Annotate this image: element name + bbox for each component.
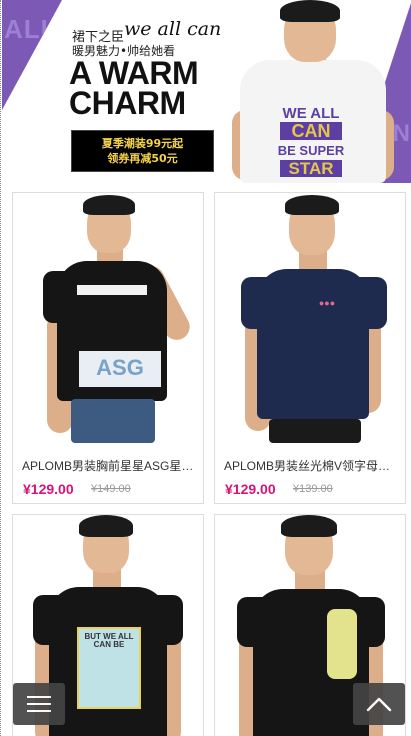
shirt-graphic-print: ASG xyxy=(79,351,161,387)
hamburger-menu-icon-bar xyxy=(27,710,51,712)
banner-headline-line1: A WARM xyxy=(69,55,199,91)
promo-banner[interactable]: ALL CAN 裙下之臣 we all can 暖男魅力•帅给她看 A WARM… xyxy=(2,0,411,183)
model-trousers xyxy=(269,419,361,443)
back-to-top-button[interactable] xyxy=(353,683,405,725)
banner-promo-box: 夏季潮装99元起 领券再减50元 xyxy=(71,130,214,172)
chevron-up-icon xyxy=(366,697,392,712)
product-card[interactable]: ASG APLOMB男装胸前星星ASG星星印花短袖T恤 ¥129.00 ¥149… xyxy=(12,192,204,504)
shirt-print-line4: STAR xyxy=(280,160,342,177)
hamburger-menu-icon-bar xyxy=(27,703,51,705)
menu-button[interactable] xyxy=(13,683,65,725)
banner-side-text-left: ALL xyxy=(4,14,58,44)
shirt-print-line2: CAN xyxy=(280,122,342,140)
product-title[interactable]: APLOMB男装胸前星星ASG星星印花短袖T恤 xyxy=(22,457,196,474)
model-hair xyxy=(83,195,135,215)
product-shirt xyxy=(257,269,369,419)
banner-slogan-en: we all can xyxy=(124,18,222,40)
product-card[interactable]: ●●● APLOMB男装丝光棉V领字母印花短袖T恤 ¥129.00 ¥139.0… xyxy=(214,192,406,504)
product-image[interactable]: ●●● xyxy=(215,193,405,443)
banner-accent-left: ALL xyxy=(2,0,62,110)
banner-model-image: WE ALL CAN BE SUPER STAR xyxy=(230,0,395,183)
product-image[interactable]: ASG xyxy=(13,193,203,443)
shirt-print-line3: BE SUPER xyxy=(277,143,345,158)
model-hair xyxy=(281,515,337,537)
promo-line1: 夏季潮装99元起 xyxy=(101,137,184,150)
model-hair xyxy=(79,515,133,537)
shirt-graphic-print: BUT WE ALL CAN BE xyxy=(77,627,141,709)
model-hair xyxy=(285,195,339,215)
promo-line2: 领券再减50元 xyxy=(107,152,178,165)
shirt-stripe-print xyxy=(77,285,147,295)
model-hair xyxy=(280,0,340,22)
product-price: ¥129.00 xyxy=(23,481,74,497)
product-original-price: ¥139.00 xyxy=(293,483,333,495)
page: ALL CAN 裙下之臣 we all can 暖男魅力•帅给她看 A WARM… xyxy=(0,0,411,736)
banner-headline-line2: CHARM xyxy=(69,85,186,121)
product-price: ¥129.00 xyxy=(225,481,276,497)
shirt-chest-print: ●●● xyxy=(318,298,336,308)
shirt-graphic-print xyxy=(327,609,357,679)
product-original-price: ¥149.00 xyxy=(91,483,131,495)
hamburger-menu-icon xyxy=(27,696,51,698)
model-jeans xyxy=(71,399,155,443)
product-title[interactable]: APLOMB男装丝光棉V领字母印花短袖T恤 xyxy=(224,457,398,474)
shirt-print-line1: WE ALL xyxy=(282,105,340,122)
